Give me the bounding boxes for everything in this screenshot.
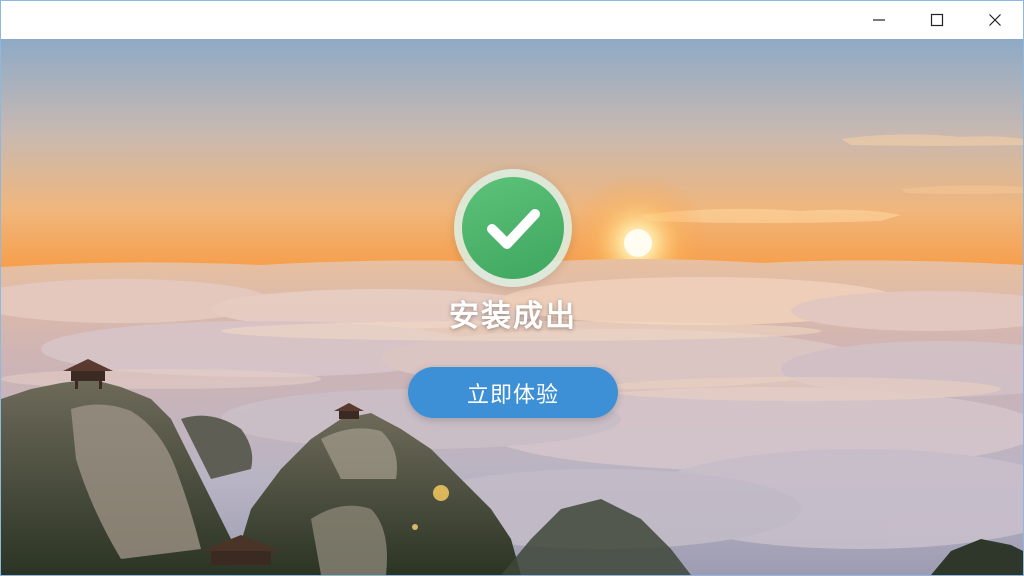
maximize-icon: [930, 13, 944, 27]
installer-window: 安装成出 立即体验: [0, 0, 1024, 576]
background-scene: 安装成出 立即体验: [1, 39, 1023, 575]
close-button[interactable]: [966, 1, 1023, 39]
maximize-button[interactable]: [908, 1, 966, 39]
minimize-button[interactable]: [850, 1, 908, 39]
minimize-icon: [873, 19, 885, 21]
checkmark-icon: [487, 209, 540, 249]
close-icon: [989, 14, 1001, 26]
title-bar[interactable]: [1, 1, 1023, 39]
success-badge: [454, 169, 572, 287]
install-status-text: 安装成出: [449, 299, 577, 334]
success-circle: [462, 177, 564, 279]
start-experience-button[interactable]: 立即体验: [408, 367, 618, 418]
